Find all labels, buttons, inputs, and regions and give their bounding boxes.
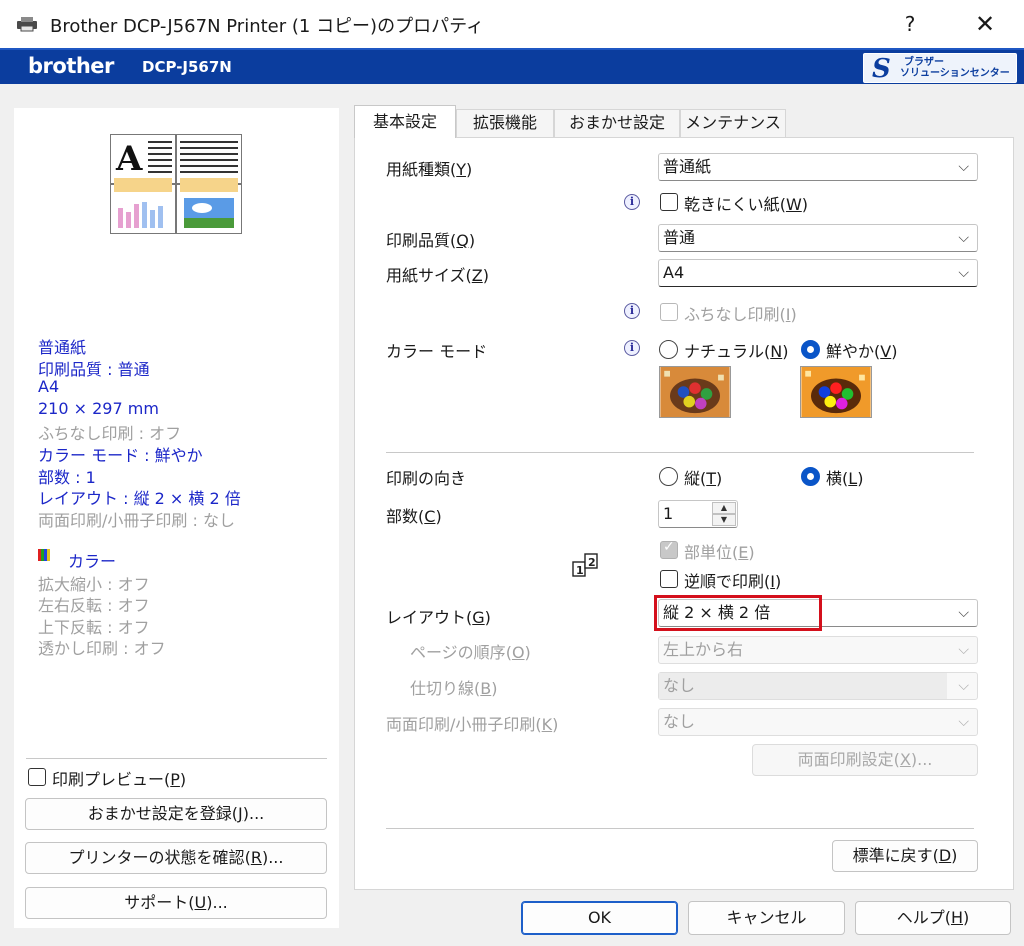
media-type-select[interactable]: 普通紙 ⌵ <box>658 153 978 181</box>
cancel-button[interactable]: キャンセル <box>688 901 845 935</box>
title-bar: Brother DCP-J567N Printer (1 コピー)のプロパティ … <box>0 0 1024 48</box>
solution-center-label: ブラザー ソリューションセンター <box>900 57 1010 79</box>
solution-center-button[interactable]: S ブラザー ソリューションセンター <box>863 53 1017 84</box>
orientation-landscape-radio[interactable] <box>801 467 820 486</box>
printer-icon <box>17 17 37 32</box>
collate-label: 部単位(E) <box>684 543 755 562</box>
print-preview-checkbox[interactable] <box>28 768 46 786</box>
model-name: DCP-J567N <box>142 58 232 76</box>
border-line-label: 仕切り線(B) <box>410 679 498 698</box>
border-line-select[interactable]: なし ⌵ <box>658 672 978 700</box>
ok-button[interactable]: OK <box>521 901 678 935</box>
restore-defaults-button[interactable]: 標準に戻す(D) <box>832 840 978 872</box>
register-preset-button[interactable]: おまかせ設定を登録(J)... <box>25 798 327 830</box>
tab-basic[interactable]: 基本設定 <box>354 105 456 138</box>
summary-color: カラー <box>68 552 117 571</box>
info-icon[interactable]: i <box>624 340 640 356</box>
chevron-down-icon: ⌵ <box>958 605 969 621</box>
chevron-down-icon: ⌵ <box>958 642 969 658</box>
summary-color-mode: カラー モード : 鮮やか <box>38 446 203 465</box>
tab-presets[interactable]: おまかせ設定 <box>554 109 680 137</box>
slow-dry-checkbox[interactable] <box>660 193 678 211</box>
layout-label: レイアウト(G) <box>386 608 491 627</box>
duplex-select[interactable]: なし ⌵ <box>658 708 978 736</box>
color-mode-label: カラー モード <box>386 342 488 361</box>
slow-dry-label: 乾きにくい紙(W) <box>684 195 809 214</box>
tab-maintenance[interactable]: メンテナンス <box>680 109 786 137</box>
left-divider <box>26 758 327 759</box>
borderless-checkbox[interactable] <box>660 303 678 321</box>
summary-borderless: ふちなし印刷 : オフ <box>38 424 182 443</box>
orientation-landscape-label: 横(L) <box>826 469 864 488</box>
chevron-down-icon: ⌵ <box>958 230 969 246</box>
summary-layout: レイアウト : 縦 2 × 横 2 倍 <box>38 489 241 508</box>
decrement-icon[interactable]: ▼ <box>712 514 736 526</box>
media-type-label: 用紙種類(Y) <box>386 160 473 179</box>
paper-size-label: 用紙サイズ(Z) <box>386 266 489 285</box>
quality-label: 印刷品質(Q) <box>386 231 476 250</box>
collate-checkbox[interactable] <box>660 539 678 559</box>
svg-text:2: 2 <box>588 556 596 569</box>
layout-preview-image: A <box>110 134 242 234</box>
help-button[interactable]: ヘルプ(H) <box>855 901 1011 935</box>
section-divider <box>386 828 974 829</box>
window-title: Brother DCP-J567N Printer (1 コピー)のプロパティ <box>50 16 485 37</box>
chevron-down-icon: ⌵ <box>958 678 969 694</box>
color-natural-label: ナチュラル(N) <box>684 342 789 361</box>
copies-stepper[interactable]: 1 ▲ ▼ <box>658 500 738 528</box>
page-order-label: ページの順序(O) <box>410 643 531 662</box>
orientation-portrait-label: 縦(T) <box>684 469 723 488</box>
color-vivid-radio[interactable] <box>801 340 820 359</box>
reverse-order-label: 逆順で印刷(I) <box>684 572 782 591</box>
info-icon[interactable]: i <box>624 303 640 319</box>
summary-duplex: 両面印刷/小冊子印刷 : なし <box>38 511 235 530</box>
duplex-label: 両面印刷/小冊子印刷(K) <box>386 715 559 734</box>
page-order-select[interactable]: 左上から右 ⌵ <box>658 636 978 664</box>
close-icon[interactable]: ✕ <box>960 8 1010 40</box>
check-printer-status-button[interactable]: プリンターの状態を確認(R)... <box>25 842 327 874</box>
print-preview-label: 印刷プレビュー(P) <box>52 770 187 789</box>
chevron-down-icon: ⌵ <box>958 159 969 175</box>
borderless-label: ふちなし印刷(I) <box>684 305 797 324</box>
support-button[interactable]: サポート(U)... <box>25 887 327 919</box>
color-natural-radio[interactable] <box>659 340 678 359</box>
info-icon[interactable]: i <box>624 194 640 210</box>
copies-label: 部数(C) <box>386 507 442 526</box>
color-bars-icon <box>38 549 50 561</box>
help-question-button[interactable]: ? <box>892 8 928 40</box>
section-divider <box>386 452 974 453</box>
orientation-portrait-radio[interactable] <box>659 467 678 486</box>
brother-logo: brother <box>28 54 114 78</box>
summary-watermark: 透かし印刷 : オフ <box>38 639 166 658</box>
color-vivid-label: 鮮やか(V) <box>826 342 898 361</box>
solution-center-logo-icon: S <box>872 54 891 84</box>
paper-size-select[interactable]: A4 ⌵ <box>658 259 978 287</box>
reverse-order-checkbox[interactable] <box>660 570 678 588</box>
svg-text:1: 1 <box>576 564 584 577</box>
chevron-down-icon: ⌵ <box>958 714 969 730</box>
highlight-box <box>654 595 822 631</box>
svg-text:A: A <box>115 139 143 179</box>
summary-dimensions: 210 × 297 mm <box>38 399 159 418</box>
duplex-settings-button[interactable]: 両面印刷設定(X)... <box>752 744 978 776</box>
summary-size: A4 <box>38 377 60 396</box>
brand-bar: brother DCP-J567N S ブラザー ソリューションセンター <box>0 48 1024 84</box>
chevron-down-icon: ⌵ <box>958 265 969 281</box>
increment-icon[interactable]: ▲ <box>712 502 736 514</box>
summary-mirror-lr: 左右反転 : オフ <box>38 596 150 615</box>
summary-media: 普通紙 <box>38 338 87 357</box>
quality-select[interactable]: 普通 ⌵ <box>658 224 978 252</box>
natural-sample-image <box>659 366 731 418</box>
copies-value[interactable]: 1 <box>663 504 673 523</box>
collate-icon: 1 2 <box>572 553 598 577</box>
tab-advanced[interactable]: 拡張機能 <box>456 109 554 137</box>
orientation-label: 印刷の向き <box>386 469 467 488</box>
vivid-sample-image <box>800 366 872 418</box>
